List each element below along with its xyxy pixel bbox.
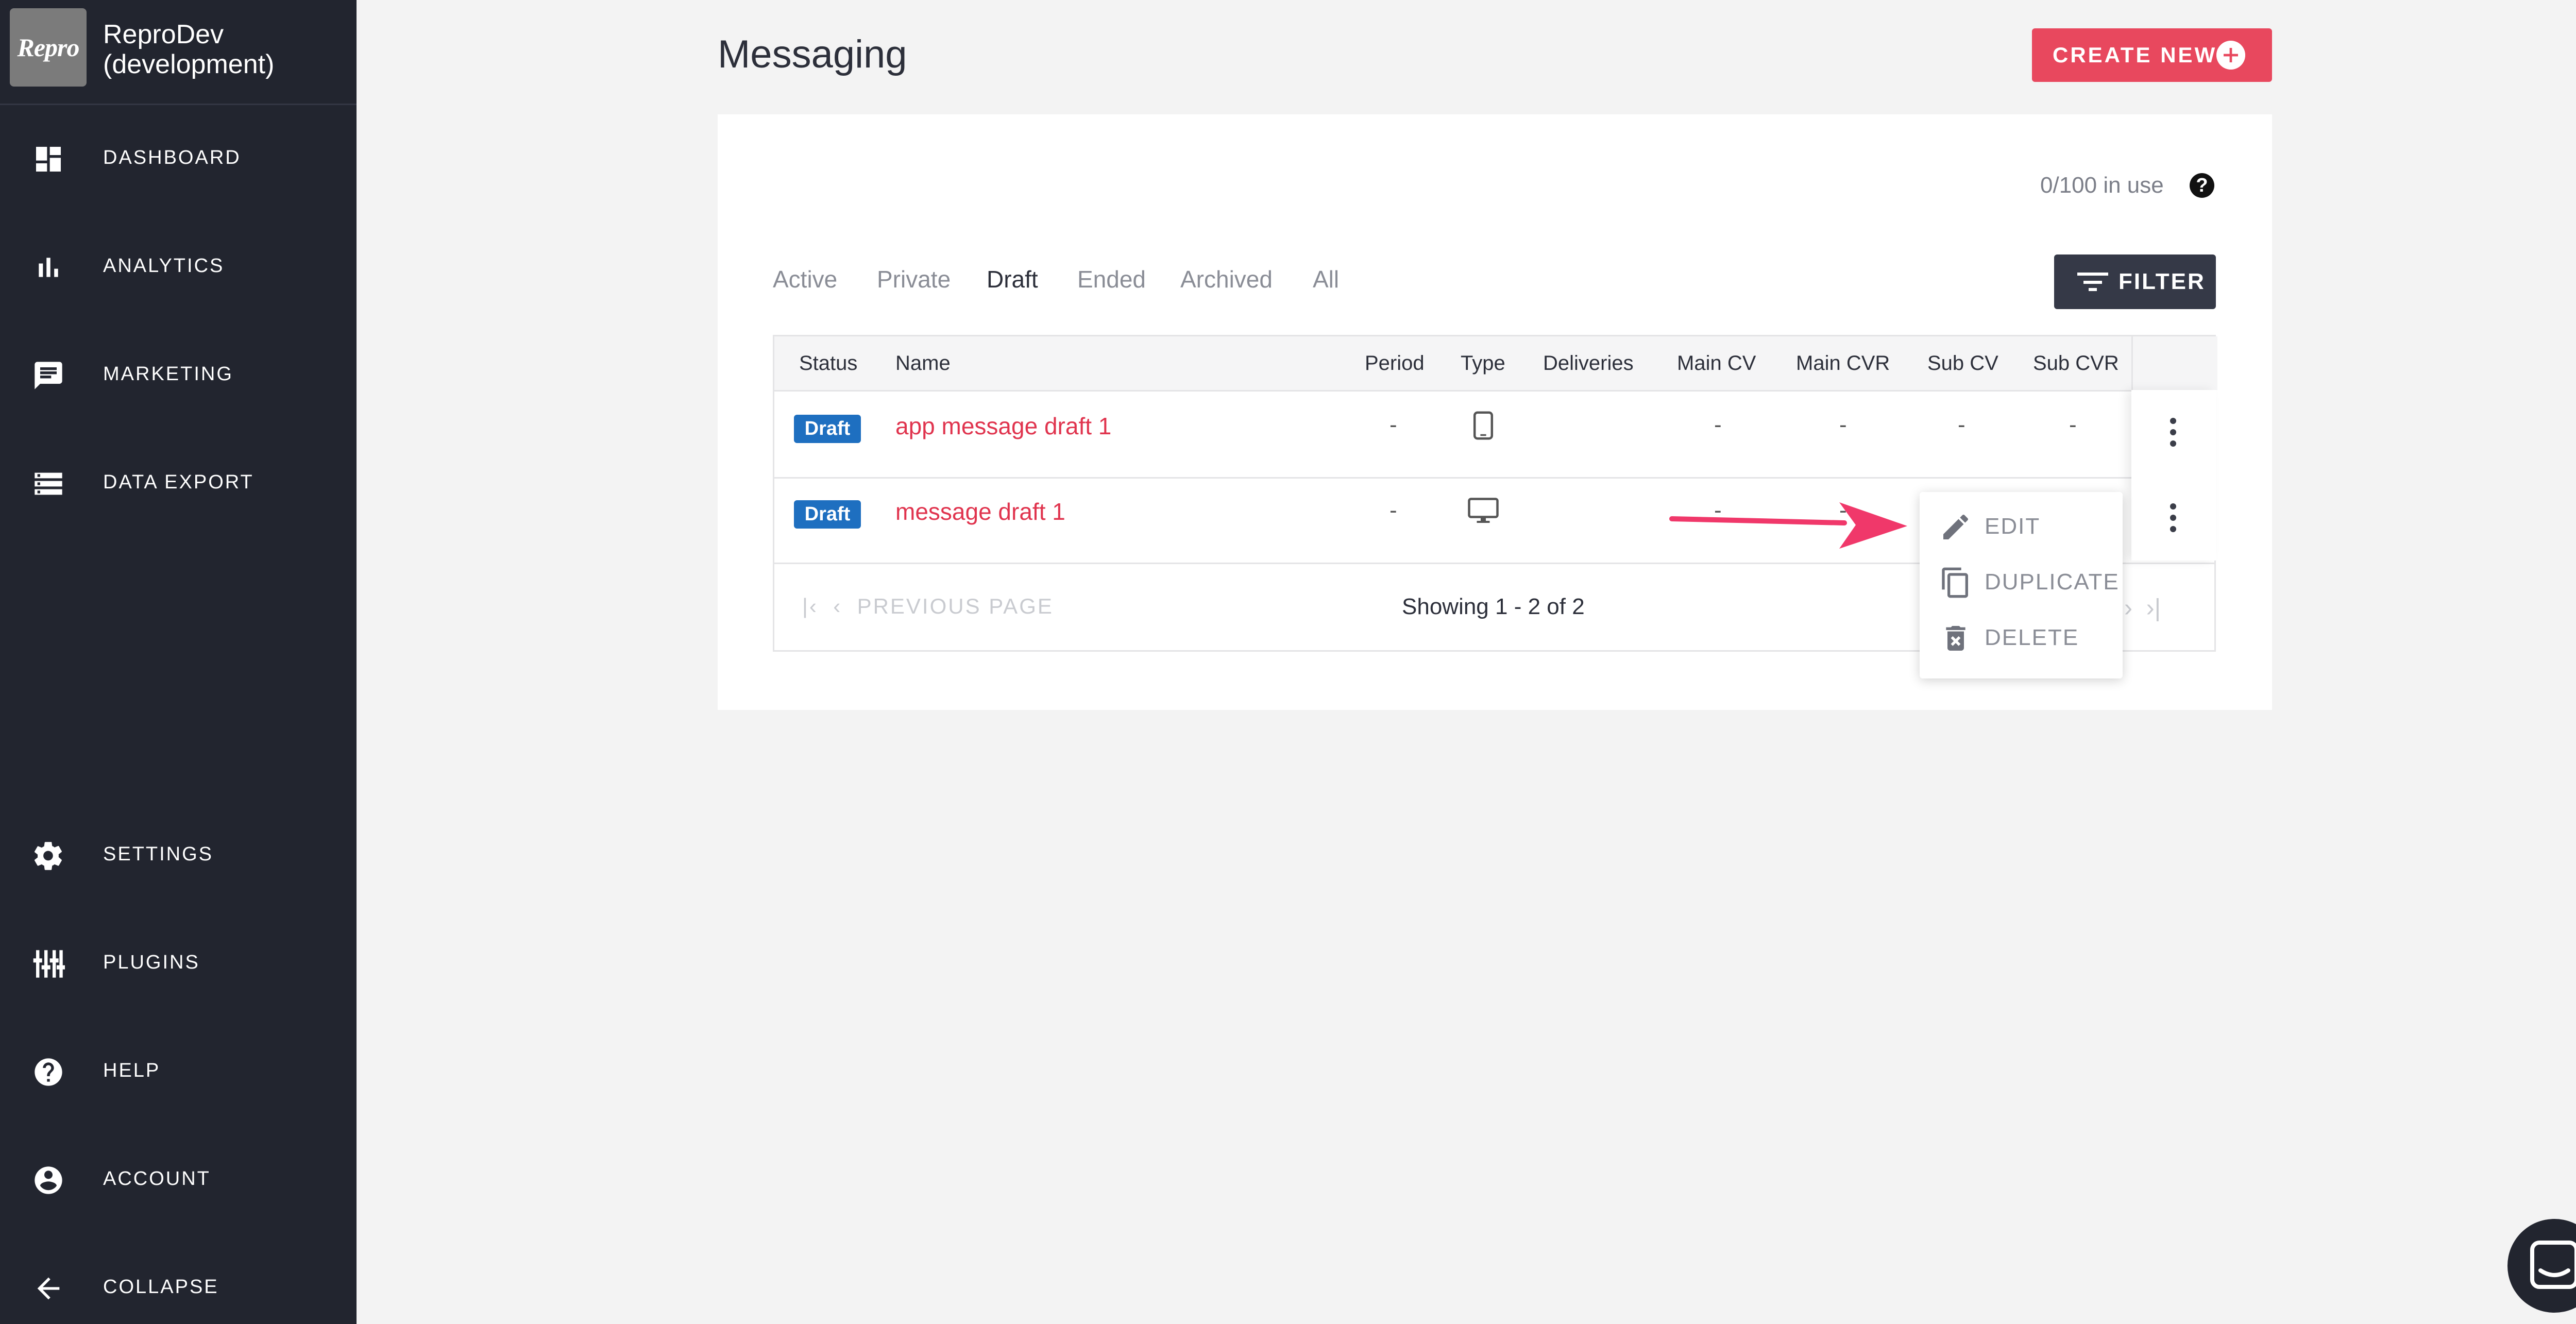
sidebar-item-label: COLLAPSE — [103, 1276, 219, 1298]
sidebar-item-account[interactable]: ACCOUNT — [0, 1148, 357, 1210]
plus-icon — [2216, 41, 2245, 70]
sidebar-item-marketing[interactable]: MARKETING — [0, 344, 357, 405]
trash-icon — [1946, 626, 1965, 651]
column-header-period: Period — [1365, 352, 1425, 375]
tab-archived[interactable]: Archived — [1180, 265, 1273, 293]
column-header-status: Status — [799, 352, 858, 375]
filter-icon — [2077, 273, 2108, 291]
bar-chart-icon — [39, 258, 58, 277]
menu-item-edit[interactable]: EDIT — [1920, 496, 2123, 552]
main-cv-value: - — [1714, 412, 1722, 437]
column-header-sub-cvr: Sub CVR — [2033, 352, 2119, 375]
period-value: - — [1389, 498, 1397, 523]
sidebar-item-label: ANALYTICS — [103, 255, 225, 277]
previous-page-label: PREVIOUS PAGE — [857, 594, 1054, 618]
sidebar-item-label: DASHBOARD — [103, 147, 241, 168]
actions-column-header — [2131, 336, 2217, 390]
sub-cvr-value: - — [2069, 412, 2077, 437]
sidebar-item-dashboard[interactable]: DASHBOARD — [0, 127, 357, 189]
arrow-left-icon — [37, 1277, 60, 1300]
create-new-label: CREATE NEW — [2053, 43, 2217, 67]
tab-ended[interactable]: Ended — [1077, 265, 1146, 293]
mobile-icon — [1473, 411, 1494, 440]
column-header-sub-cv: Sub CV — [1927, 352, 1998, 375]
page-title: Messaging — [718, 32, 907, 76]
sidebar-item-label: HELP — [103, 1060, 161, 1081]
help-icon — [35, 1058, 62, 1086]
pencil-icon — [1943, 514, 1969, 539]
sidebar-item-label: SETTINGS — [103, 843, 214, 865]
menu-item-label: DUPLICATE — [1985, 569, 2120, 595]
gear-icon — [34, 842, 62, 870]
desktop-icon — [1468, 498, 1499, 523]
sidebar-item-collapse[interactable]: COLLAPSE — [0, 1257, 357, 1318]
sidebar-item-analytics[interactable]: ANALYTICS — [0, 235, 357, 297]
app-name: ReproDev (development) — [103, 20, 274, 79]
help-icon[interactable]: ? — [2190, 173, 2214, 198]
sidebar-item-label: MARKETING — [103, 363, 233, 385]
sidebar: Repro ReproDev (development) DASHBOARD A… — [0, 0, 357, 1324]
tab-private[interactable]: Private — [877, 265, 951, 293]
account-icon — [35, 1166, 62, 1194]
sidebar-item-settings[interactable]: SETTINGS — [0, 824, 357, 886]
last-page-icon[interactable]: ›| — [2146, 595, 2161, 622]
tab-all[interactable]: All — [1313, 265, 1339, 293]
showing-count: Showing 1 - 2 of 2 — [1402, 594, 1585, 619]
menu-item-label: EDIT — [1985, 514, 2041, 539]
dashboard-icon — [36, 147, 61, 172]
sub-cv-value: - — [1958, 412, 1965, 437]
column-header-name: Name — [895, 352, 951, 375]
sidebar-item-label: ACCOUNT — [103, 1168, 211, 1190]
chat-bubble-icon — [35, 362, 62, 389]
actions-column — [2131, 390, 2216, 561]
message-name-link[interactable]: message draft 1 — [895, 498, 1065, 525]
period-value: - — [1389, 412, 1397, 437]
table-header: Status Name Period Type Deliveries Main … — [774, 336, 2214, 392]
filter-button[interactable]: FILTER — [2054, 254, 2216, 309]
create-new-button[interactable]: CREATE NEW — [2032, 28, 2272, 82]
menu-item-duplicate[interactable]: DUPLICATE — [1920, 552, 2123, 607]
chat-icon — [2530, 1241, 2576, 1289]
column-header-main-cvr: Main CVR — [1796, 352, 1890, 375]
usage-text: 0/100 in use — [2040, 173, 2164, 198]
table-row[interactable]: Draft app message draft 1 - - - - - — [774, 392, 2214, 479]
row-actions-menu-icon[interactable] — [2165, 414, 2181, 455]
tab-active[interactable]: Active — [773, 265, 837, 293]
annotation-arrow-icon — [1669, 502, 1907, 549]
app-logo: Repro — [10, 8, 87, 87]
app-name-line2: (development) — [103, 49, 275, 79]
tab-draft[interactable]: Draft — [987, 265, 1038, 293]
app-header[interactable]: Repro ReproDev (development) — [0, 0, 357, 105]
chat-launcher-button[interactable] — [2507, 1219, 2576, 1313]
row-context-menu: EDIT DUPLICATE DELETE — [1920, 492, 2123, 678]
sidebar-item-help[interactable]: HELP — [0, 1040, 357, 1102]
sidebar-item-plugins[interactable]: PLUGINS — [0, 932, 357, 994]
storage-icon — [35, 472, 62, 495]
menu-item-label: DELETE — [1985, 625, 2079, 650]
sidebar-item-label: PLUGINS — [103, 952, 200, 973]
next-page-icon[interactable]: › — [2124, 595, 2132, 622]
sliders-icon — [33, 950, 65, 978]
column-header-type: Type — [1461, 352, 1505, 375]
sidebar-item-data-export[interactable]: DATA EXPORT — [0, 452, 357, 514]
status-badge: Draft — [794, 415, 861, 443]
next-page-controls[interactable]: › ›| — [2124, 594, 2161, 622]
status-badge: Draft — [794, 500, 861, 529]
column-header-main-cv: Main CV — [1677, 352, 1756, 375]
previous-page-button[interactable]: |‹ ‹ PREVIOUS PAGE — [802, 594, 1054, 619]
column-header-deliveries: Deliveries — [1543, 352, 1634, 375]
menu-item-delete[interactable]: DELETE — [1920, 607, 2123, 663]
row-actions-menu-icon[interactable] — [2165, 499, 2181, 540]
message-name-link[interactable]: app message draft 1 — [895, 412, 1111, 440]
app-name-line1: ReproDev — [103, 20, 224, 49]
first-page-icon[interactable]: |‹ ‹ — [802, 594, 857, 618]
sidebar-item-label: DATA EXPORT — [103, 471, 254, 493]
filter-label: FILTER — [2119, 269, 2206, 294]
main-cvr-value: - — [1839, 412, 1847, 437]
copy-icon — [1942, 567, 1968, 598]
